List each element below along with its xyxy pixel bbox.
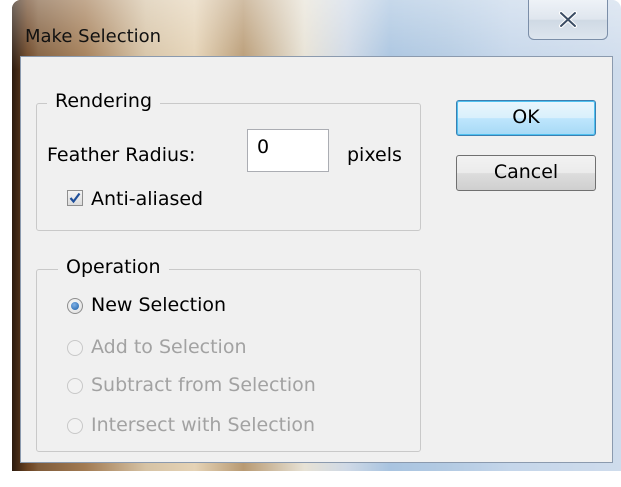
radio-add-to-selection[interactable] xyxy=(67,340,83,356)
close-icon xyxy=(559,11,577,28)
option-new-selection[interactable]: New Selection xyxy=(91,294,226,316)
option-add-to-selection[interactable]: Add to Selection xyxy=(91,336,247,358)
radio-new-selection[interactable] xyxy=(67,298,83,314)
rendering-group-title: Rendering xyxy=(47,90,161,112)
radio-intersect-with-selection[interactable] xyxy=(67,418,83,434)
checkmark-icon xyxy=(69,192,81,204)
close-button[interactable] xyxy=(528,0,608,40)
cancel-button[interactable]: Cancel xyxy=(456,155,596,191)
feather-radius-label: Feather Radius: xyxy=(47,144,196,166)
rendering-group xyxy=(36,103,421,231)
feather-radius-input[interactable]: 0 xyxy=(247,129,329,172)
window-title: Make Selection xyxy=(25,26,162,47)
feather-unit-label: pixels xyxy=(347,144,402,166)
dialog-body: Rendering Feather Radius: 0 pixels Anti-… xyxy=(20,56,613,463)
anti-aliased-checkbox[interactable] xyxy=(67,190,83,206)
radio-subtract-from-selection[interactable] xyxy=(67,378,83,394)
option-intersect-with-selection[interactable]: Intersect with Selection xyxy=(91,414,315,436)
radio-selected-dot xyxy=(71,302,79,310)
operation-group-title: Operation xyxy=(58,256,169,278)
anti-aliased-label[interactable]: Anti-aliased xyxy=(91,188,203,210)
option-subtract-from-selection[interactable]: Subtract from Selection xyxy=(91,374,316,396)
ok-button[interactable]: OK xyxy=(456,100,596,136)
